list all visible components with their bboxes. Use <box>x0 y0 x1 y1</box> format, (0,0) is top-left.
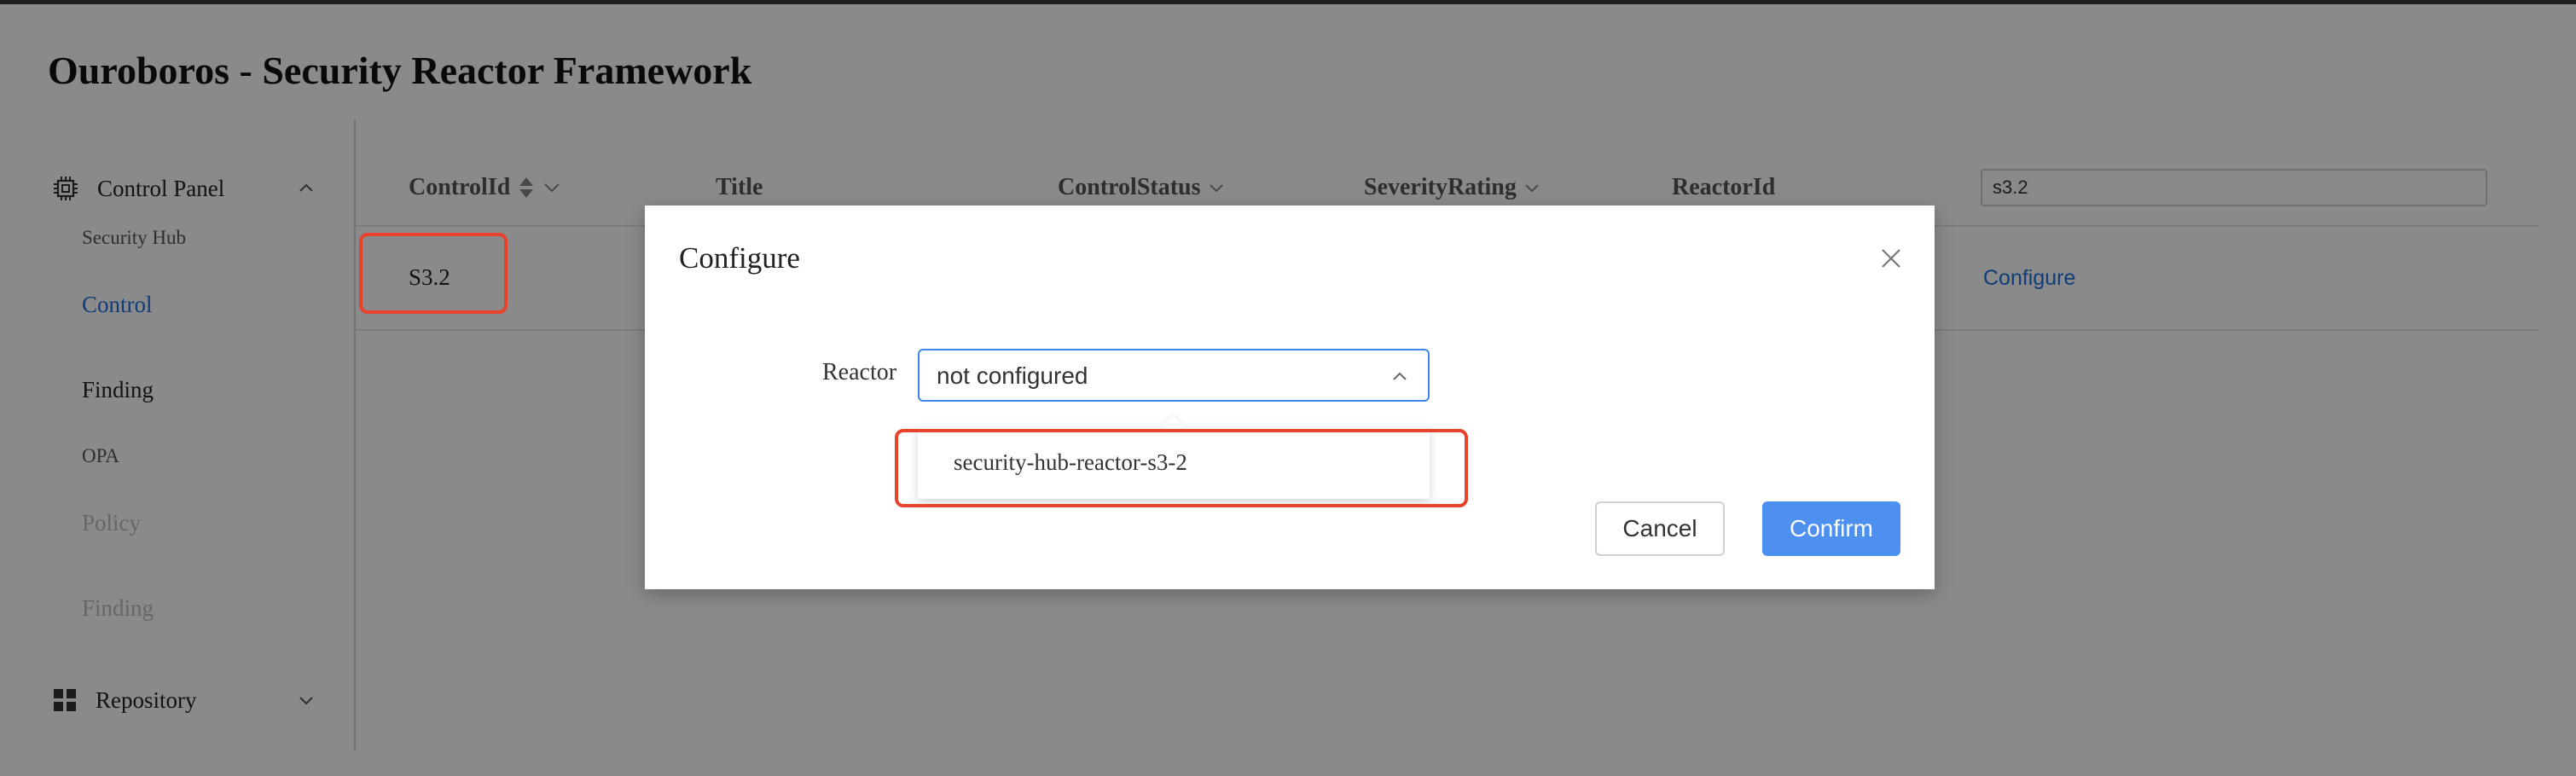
highlight-box-controlid <box>359 233 508 314</box>
reactor-field-label: Reactor <box>822 359 897 385</box>
reactor-select[interactable]: not configured <box>918 349 1430 402</box>
reactor-select-value: not configured <box>937 362 1088 389</box>
close-icon[interactable] <box>1879 246 1903 270</box>
highlight-box-reactor-option <box>895 429 1468 507</box>
dialog-title: Configure <box>679 241 800 275</box>
configure-dialog: Configure Reactor not configured securit… <box>645 206 1935 589</box>
cancel-button[interactable]: Cancel <box>1595 501 1725 556</box>
confirm-button[interactable]: Confirm <box>1762 501 1900 556</box>
chevron-up-icon <box>1393 372 1407 380</box>
